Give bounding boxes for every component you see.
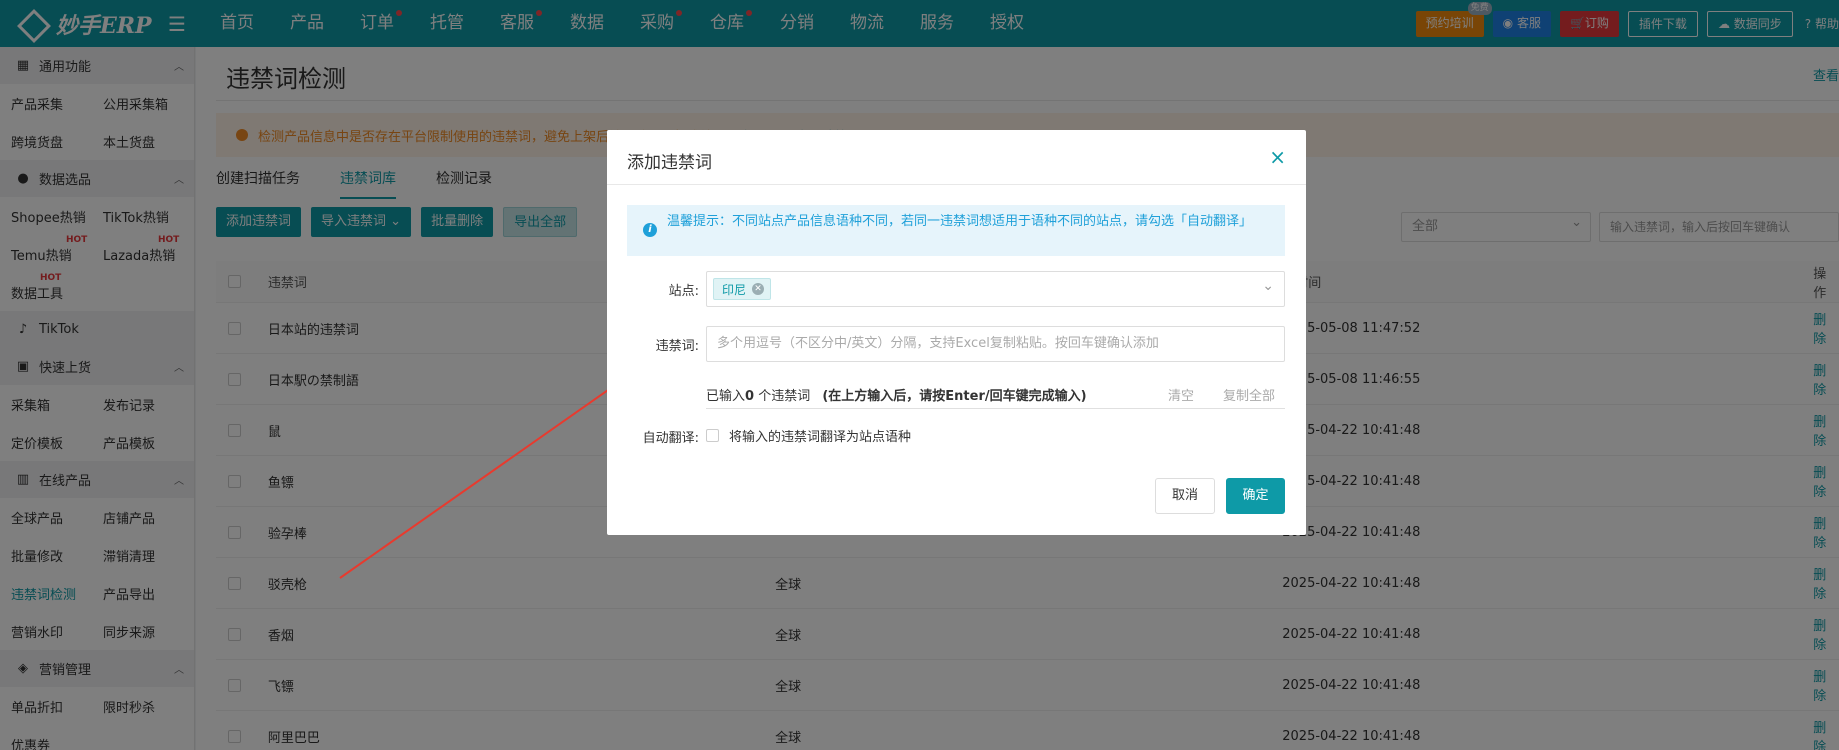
chevron-down-icon: ⌄ bbox=[1262, 278, 1274, 294]
site-label: 站点: bbox=[668, 284, 699, 299]
word-input[interactable]: 多个用逗号（不区分中/英文）分隔，支持Excel复制粘贴。按回车键确认添加 bbox=[706, 326, 1285, 362]
auto-translate-text: 将输入的违禁词翻译为站点语种 bbox=[729, 430, 912, 445]
add-word-dialog: 添加违禁词 × i 温馨提示：不同站点产品信息语种不同，若同一违禁词想适用于语种… bbox=[607, 130, 1306, 535]
info-icon: i bbox=[643, 223, 657, 237]
count-suffix: 个违禁词 bbox=[758, 389, 811, 404]
tip-text: 温馨提示：不同站点产品信息语种不同，若同一违禁词想适用于语种不同的站点，请勾选「… bbox=[667, 214, 1253, 229]
word-count-row: 已输入0 个违禁词 (在上方输入后，请按Enter/回车键完成输入) 清空 复制… bbox=[706, 385, 1285, 409]
count-value: 0 bbox=[745, 389, 755, 404]
site-select[interactable]: 印尼 ✕ ⌄ bbox=[706, 271, 1285, 307]
copy-all-button[interactable]: 复制全部 bbox=[1223, 385, 1275, 404]
chip-remove-icon[interactable]: ✕ bbox=[752, 283, 765, 295]
word-label: 违禁词: bbox=[655, 339, 699, 354]
auto-translate-label: 自动翻译: bbox=[642, 431, 699, 446]
cancel-button[interactable]: 取消 bbox=[1155, 478, 1216, 514]
site-chip-label: 印尼 bbox=[722, 283, 747, 297]
close-icon[interactable]: × bbox=[1269, 145, 1286, 169]
dialog-divider bbox=[607, 184, 1306, 185]
count-prefix: 已输入 bbox=[706, 389, 746, 404]
auto-translate-option[interactable]: 将输入的违禁词翻译为站点语种 bbox=[706, 426, 911, 445]
clear-button[interactable]: 清空 bbox=[1168, 385, 1194, 404]
site-chip: 印尼 ✕ bbox=[713, 278, 772, 300]
dialog-title: 添加违禁词 bbox=[627, 153, 712, 173]
auto-translate-checkbox[interactable] bbox=[706, 429, 719, 442]
confirm-button[interactable]: 确定 bbox=[1226, 478, 1285, 514]
count-hint: (在上方输入后，请按Enter/回车键完成输入) bbox=[822, 389, 1087, 404]
tip-box: i 温馨提示：不同站点产品信息语种不同，若同一违禁词想适用于语种不同的站点，请勾… bbox=[627, 205, 1285, 256]
